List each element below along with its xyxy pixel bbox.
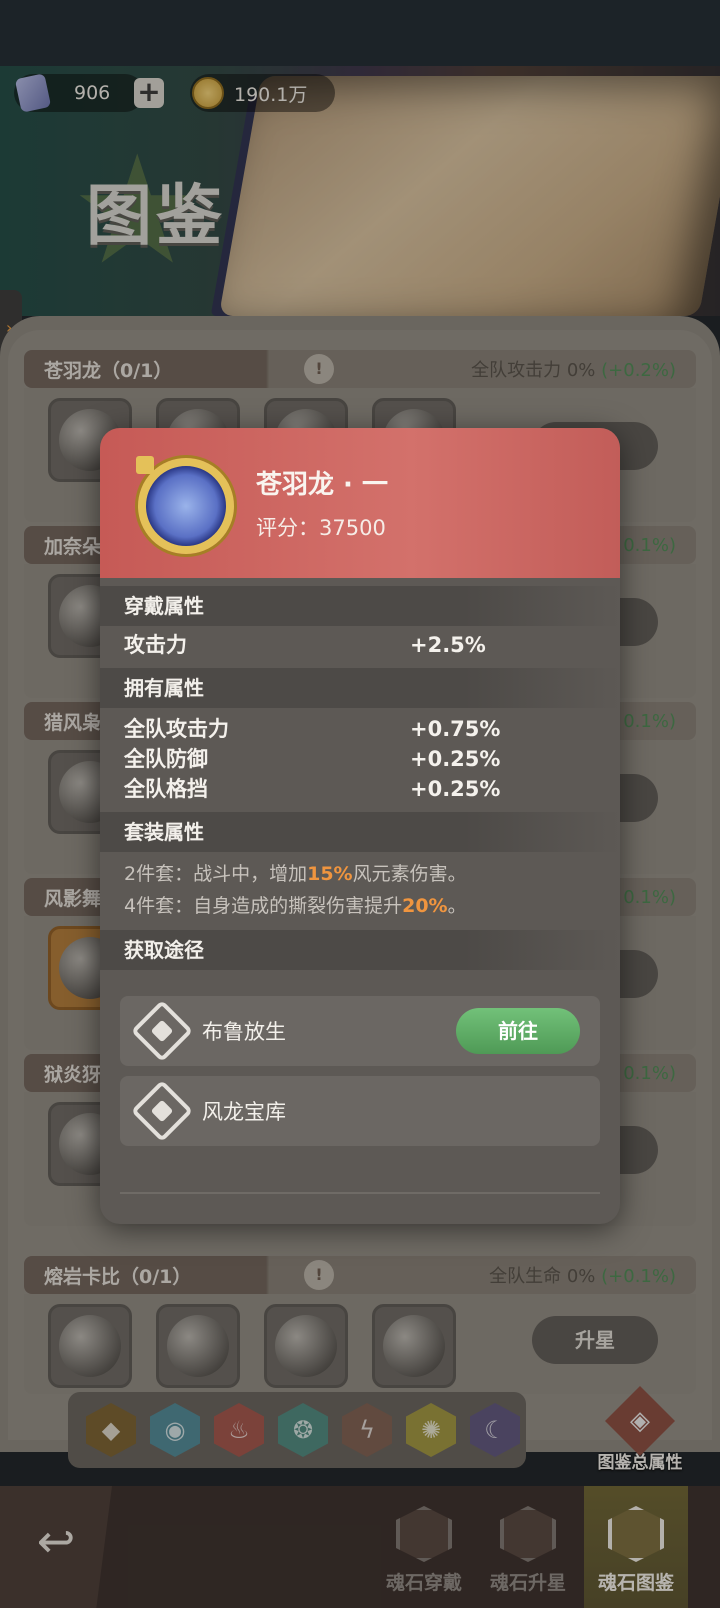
soulstone-title: 苍羽龙 · 一 — [256, 470, 388, 500]
attribute-value: +0.25% — [410, 747, 501, 771]
attribute-name: 全队格挡 — [124, 777, 208, 801]
set-highlight: 15% — [307, 863, 353, 885]
set-text: 风元素伤害。 — [352, 863, 467, 885]
section-obtain-methods: 获取途径 — [100, 930, 620, 970]
section-wear-attributes: 穿戴属性 — [100, 586, 620, 626]
set-bonus-4: 4件套：自身造成的撕裂伤害提升20%。 — [100, 890, 620, 922]
attribute-row: 攻击力 +2.5% — [100, 630, 620, 660]
section-own-attributes: 拥有属性 — [100, 668, 620, 708]
section-set-attributes: 套装属性 — [100, 812, 620, 852]
attribute-name: 全队攻击力 — [124, 717, 229, 741]
obtain-route: 布鲁放生 前往 — [120, 996, 600, 1066]
soulstone-score: 评分：37500 — [256, 516, 386, 540]
route-name: 风龙宝库 — [202, 1100, 286, 1124]
attribute-name: 全队防御 — [124, 747, 208, 771]
attribute-value: +2.5% — [410, 633, 486, 657]
attribute-row: 全队攻击力 +0.75% — [100, 714, 620, 744]
set-text: 4件套：自身造成的撕裂伤害提升 — [124, 895, 403, 917]
card-divider — [120, 1192, 600, 1194]
set-highlight: 20% — [402, 895, 448, 917]
attribute-value: +0.75% — [410, 717, 501, 741]
set-bonus-2: 2件套：战斗中，增加15%风元素伤害。 — [100, 858, 620, 890]
route-name: 布鲁放生 — [202, 1020, 286, 1044]
portrait-corner-mark — [136, 456, 154, 474]
set-text: 2件套：战斗中，增加 — [124, 863, 308, 885]
waypoint-icon — [130, 1079, 194, 1143]
status-bar — [0, 0, 720, 66]
waypoint-icon — [130, 999, 194, 1063]
attribute-name: 攻击力 — [124, 633, 187, 657]
obtain-route: 风龙宝库 — [120, 1076, 600, 1146]
go-button[interactable]: 前往 — [456, 1008, 580, 1054]
card-header: 苍羽龙 · 一 评分：37500 — [100, 428, 620, 578]
attribute-row: 全队格挡 +0.25% — [100, 774, 620, 804]
attribute-value: +0.25% — [410, 777, 501, 801]
set-text: 。 — [447, 895, 467, 917]
attribute-row: 全队防御 +0.25% — [100, 744, 620, 774]
soulstone-detail-card: 苍羽龙 · 一 评分：37500 穿戴属性 攻击力 +2.5% 拥有属性 全队攻… — [100, 428, 620, 1224]
